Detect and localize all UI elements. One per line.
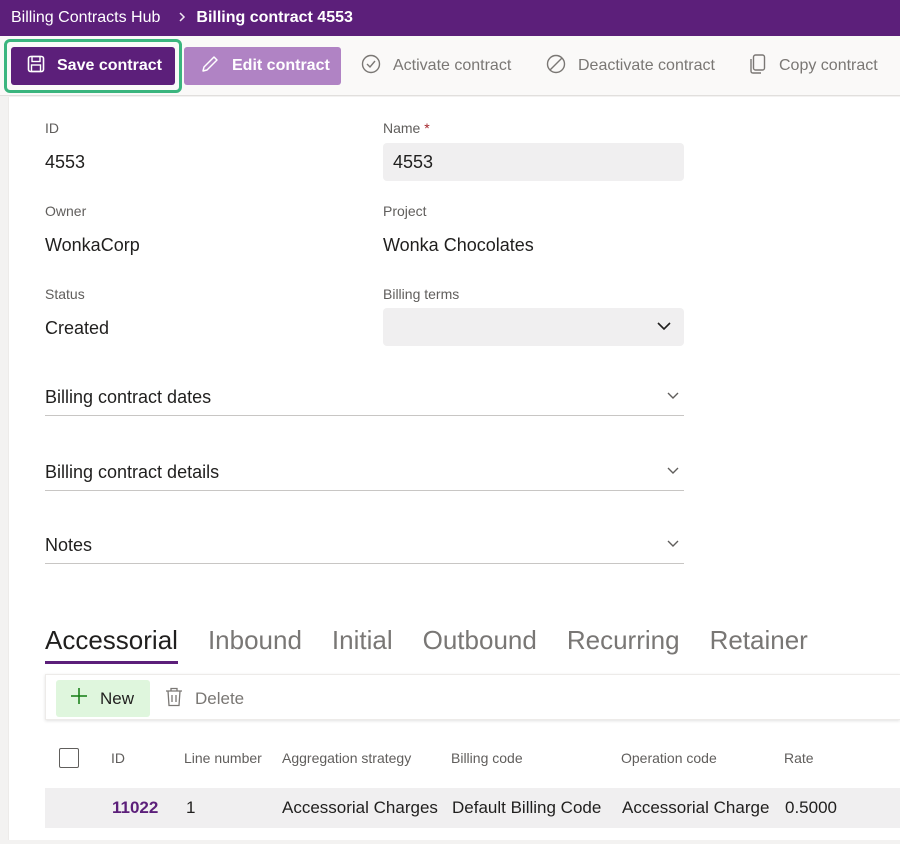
tab-outbound[interactable]: Outbound <box>423 625 537 662</box>
section-billing-contract-dates[interactable]: Billing contract dates <box>45 380 684 416</box>
row-billing-code: Default Billing Code <box>452 798 602 817</box>
trash-icon <box>165 687 195 712</box>
tab-retainer[interactable]: Retainer <box>710 625 808 662</box>
select-all-checkbox[interactable] <box>59 748 79 768</box>
tab-accessorial[interactable]: Accessorial <box>45 625 178 664</box>
id-value: 4553 <box>45 152 86 172</box>
checkmark-circle-icon <box>361 54 393 79</box>
tab-inbound[interactable]: Inbound <box>208 625 302 662</box>
delete-label: Delete <box>195 689 245 708</box>
new-label: New <box>100 688 135 708</box>
copy-icon <box>749 53 779 79</box>
row-id-link[interactable]: 11022 <box>112 798 158 818</box>
owner-label: Owner <box>45 203 87 219</box>
line-type-tabs: Accessorial Inbound Initial Outbound Rec… <box>45 625 838 664</box>
project-label: Project <box>383 203 427 219</box>
required-indicator: * <box>424 120 430 136</box>
column-header-billing-code[interactable]: Billing code <box>451 750 523 766</box>
name-input[interactable]: 4553 <box>383 143 684 181</box>
tab-recurring[interactable]: Recurring <box>567 625 680 662</box>
section-label: Notes <box>45 535 93 555</box>
new-line-button[interactable]: New <box>56 680 150 717</box>
section-billing-contract-details[interactable]: Billing contract details <box>45 455 684 491</box>
project-value: Wonka Chocolates <box>383 235 534 255</box>
column-header-id[interactable]: ID <box>111 750 125 766</box>
save-contract-label: Save contract <box>57 57 162 74</box>
deactivate-contract-label: Deactivate contract <box>578 57 715 74</box>
deactivate-contract-button[interactable]: Deactivate contract <box>546 47 715 85</box>
section-label: Billing contract details <box>45 462 220 482</box>
edit-contract-label: Edit contract <box>232 57 330 74</box>
name-label: Name * <box>383 120 430 136</box>
chevron-down-icon <box>666 535 684 556</box>
breadcrumb-app[interactable]: Billing Contracts Hub <box>11 9 160 27</box>
activate-contract-button[interactable]: Activate contract <box>361 47 511 85</box>
id-label: ID <box>45 120 59 136</box>
chevron-down-icon <box>666 387 684 408</box>
status-value: Created <box>45 318 110 338</box>
activate-contract-label: Activate contract <box>393 57 512 74</box>
billing-terms-select[interactable] <box>383 308 684 346</box>
copy-contract-label: Copy contract <box>779 57 878 74</box>
owner-value: WonkaCorp <box>45 235 140 255</box>
tab-initial[interactable]: Initial <box>332 625 393 662</box>
chevron-down-icon <box>666 462 684 483</box>
section-notes[interactable]: Notes <box>45 528 684 564</box>
column-header-operation-code[interactable]: Operation code <box>621 750 717 766</box>
row-aggregation-strategy: Accessorial Charges <box>282 798 438 817</box>
row-rate: 0.5000 <box>785 798 837 817</box>
row-line-number: 1 <box>186 798 196 817</box>
app-header: Billing Contracts Hub Billing contract 4… <box>0 0 900 36</box>
column-header-aggregation-strategy[interactable]: Aggregation strategy <box>282 750 411 766</box>
save-icon <box>27 55 57 78</box>
column-header-rate[interactable]: Rate <box>784 750 814 766</box>
breadcrumb-current: Billing contract 4553 <box>196 9 353 26</box>
billing-terms-label: Billing terms <box>383 286 460 302</box>
chevron-down-icon <box>656 318 672 339</box>
chevron-right-icon <box>178 11 186 25</box>
status-label: Status <box>45 286 85 302</box>
save-contract-button[interactable]: Save contract <box>11 47 175 85</box>
row-operation-code: Accessorial Charge <box>622 798 770 817</box>
plus-icon <box>70 687 100 710</box>
edit-contract-button[interactable]: Edit contract <box>184 47 341 85</box>
copy-contract-button[interactable]: Copy contract <box>749 47 878 85</box>
section-label: Billing contract dates <box>45 387 212 407</box>
pencil-icon <box>200 54 232 79</box>
name-input-value: 4553 <box>393 151 434 172</box>
column-header-line-number[interactable]: Line number <box>184 750 262 766</box>
delete-line-button[interactable]: Delete <box>165 684 244 714</box>
block-icon <box>546 54 578 79</box>
